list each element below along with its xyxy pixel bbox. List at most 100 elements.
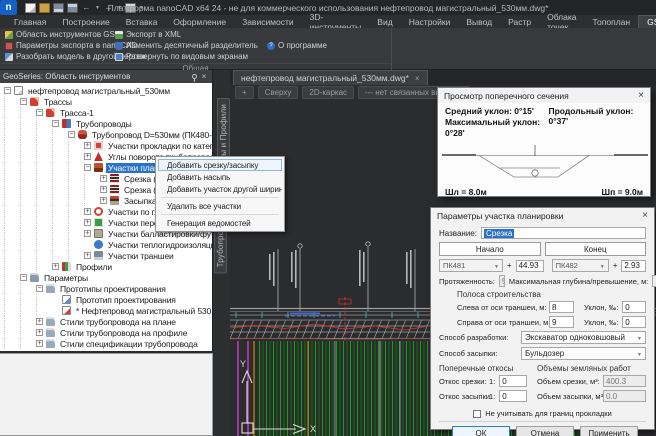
tree-item-label[interactable]: Трасса-1 (58, 108, 96, 118)
ribbon-tab-Растр[interactable]: Растр (500, 15, 539, 28)
undo-caret-icon[interactable]: ▼ (95, 5, 100, 11)
expand-icon[interactable]: + (84, 153, 91, 160)
tree-item-label[interactable]: Прототипы проектирования (58, 284, 168, 294)
start-button[interactable]: Начало (439, 242, 541, 256)
ribbon-command[interactable]: Параметры экспорта в nanoCAD (2, 40, 112, 51)
ribbon-tab-Вид[interactable]: Вид (369, 15, 400, 28)
tree-item-label[interactable]: Трубопроводы (74, 119, 134, 129)
expand-icon[interactable]: + (36, 340, 43, 347)
ok-button[interactable]: ОК (452, 426, 510, 436)
tree-item-label[interactable]: Прототип проектирования (74, 295, 178, 305)
expand-icon[interactable]: + (52, 263, 59, 270)
undo-icon[interactable]: ← (81, 3, 92, 13)
expand-icon[interactable]: + (100, 197, 107, 204)
menu-item[interactable]: Добавить участок другой ширины (158, 183, 282, 195)
fill-method-select[interactable]: Бульдозер (521, 347, 646, 360)
expand-icon[interactable]: + (100, 175, 107, 182)
tree-item[interactable]: − Трубопроводы (0, 118, 212, 129)
ribbon-tab-Главная[interactable]: Главная (6, 15, 54, 28)
end-station-select[interactable]: ПК482 (552, 259, 609, 272)
expand-icon[interactable]: + (84, 142, 91, 149)
collapse-icon[interactable]: − (20, 98, 27, 105)
tree-item[interactable]: +Участки траншеи (0, 250, 212, 261)
expand-icon[interactable]: + (84, 208, 91, 215)
collapse-icon[interactable]: − (68, 131, 75, 138)
left-slope-input[interactable]: 0 (622, 301, 646, 313)
tree-item-label[interactable]: Участки теплогидроизоляции (106, 240, 212, 250)
collapse-icon[interactable]: − (20, 274, 27, 281)
dev-method-select[interactable]: Экскаватор одноковшовый (521, 331, 646, 344)
tree-item[interactable]: Участки теплогидроизоляции (0, 239, 212, 250)
dialog-title-bar[interactable]: Просмотр поперечного сечения (438, 88, 650, 103)
expand-icon[interactable]: + (36, 329, 43, 336)
tree-item[interactable]: − Трасса-1 (0, 107, 212, 118)
collapse-icon[interactable]: − (36, 285, 43, 292)
collapse-icon[interactable]: − (4, 87, 11, 94)
ignore-bounds-checkbox[interactable] (473, 410, 481, 418)
tree-item-label[interactable]: Стили трубопровода на профиле (58, 328, 189, 338)
tree-item[interactable]: +Стили трубопровода на плане (0, 316, 212, 327)
ribbon-tab-Облака точек[interactable]: Облака точек (539, 15, 584, 28)
ribbon-command[interactable]: Экспорт в XML (112, 29, 264, 40)
menu-item[interactable]: Генерация ведомостей (158, 217, 282, 229)
tree-item[interactable]: + Стили трубопровода на профиле (0, 327, 212, 338)
dialog-title-bar[interactable]: Параметры участка планировки (431, 208, 654, 223)
right-of-axis-input[interactable]: 9 (549, 316, 574, 328)
redo-caret-icon[interactable]: ▼ (117, 5, 122, 11)
cut-slope-input[interactable]: 0 (499, 375, 527, 387)
ribbon-tab-Вывод[interactable]: Вывод (458, 15, 500, 28)
end-button[interactable]: Конец (545, 242, 647, 256)
right-slope-input[interactable]: 0 (622, 316, 646, 328)
document-tab[interactable]: нефтепровод магистральный_530мм.dwg* × (233, 70, 428, 85)
menu-item[interactable]: Удалить все участки (158, 200, 282, 212)
ribbon-command[interactable]: Разобрать модель в другой чертеж (2, 51, 112, 62)
overflow-icon[interactable]: ▼ (139, 5, 144, 11)
ribbon-tab-Зависимости[interactable]: Зависимости (234, 15, 302, 28)
expand-icon[interactable]: + (84, 252, 91, 259)
cancel-button[interactable]: Отмена (516, 426, 574, 436)
tree-item[interactable]: +Стили спецификации трубопровода (0, 338, 212, 349)
collapse-icon[interactable]: − (36, 109, 43, 116)
ribbon-tab-Оформление[interactable]: Оформление (165, 15, 234, 28)
tree-item[interactable]: + Профили (0, 261, 212, 272)
tree-item-label[interactable]: Профили (74, 262, 114, 272)
tree-item[interactable]: − Прототипы проектирования (0, 283, 212, 294)
collapse-icon[interactable]: − (84, 164, 91, 171)
ribbon-tab-Построение[interactable]: Построение (54, 15, 117, 28)
viewport-button[interactable]: 2D-каркас (302, 86, 354, 99)
pin-icon[interactable] (189, 72, 199, 82)
expand-icon[interactable]: + (100, 186, 107, 193)
start-station-select[interactable]: ПК481 (439, 259, 503, 272)
apply-button[interactable]: Применить (580, 426, 638, 436)
tree-item-label[interactable]: Трассы (42, 97, 74, 107)
collapse-icon[interactable]: − (52, 120, 59, 127)
tree-item[interactable]: − Трубопровод D=530мм (ПК480-ПК503+99.86) (0, 129, 212, 140)
tree-item[interactable]: + Участки прокладки по категориям (0, 140, 212, 151)
expand-icon[interactable]: + (84, 230, 91, 237)
tree-item-label[interactable]: Трубопровод D=530мм (ПК480-ПК503+99.86) (90, 130, 212, 140)
close-icon[interactable]: × (199, 72, 209, 82)
tree-item-label[interactable]: Параметры (42, 273, 90, 283)
end-offset-input[interactable]: 2.93 (621, 260, 646, 272)
tree-item[interactable]: − Параметры (0, 272, 212, 283)
close-icon[interactable] (642, 211, 648, 221)
start-offset-input[interactable]: 44.93 (516, 260, 544, 272)
close-icon[interactable] (638, 91, 644, 101)
tree-item[interactable]: Прототип проектирования (0, 294, 212, 305)
menu-item[interactable]: Добавить насыпь (158, 171, 282, 183)
tree-item-label[interactable]: Стили трубопровода на плане (58, 317, 178, 327)
tree-item-label[interactable]: * Нефтепровод магистральный 530 мм (74, 306, 212, 316)
name-input[interactable]: Срезка (481, 227, 646, 239)
tree-item-label[interactable]: Участки прокладки по категориям (106, 141, 212, 151)
ribbon-command[interactable]: Область инструментов GS (2, 29, 112, 40)
viewport-button[interactable]: Сверху (258, 86, 299, 99)
expand-icon[interactable]: + (84, 219, 91, 226)
fill-slope-input[interactable]: 0 (499, 390, 527, 402)
ribbon-tab-3D-инструменты[interactable]: 3D-инструменты (302, 15, 370, 28)
save-as-icon[interactable] (67, 3, 78, 13)
left-of-axis-input[interactable]: 8 (549, 301, 574, 313)
new-file-icon[interactable] (25, 3, 36, 13)
tree-item[interactable]: − Трассы (0, 96, 212, 107)
ribbon-command[interactable]: Изменить десятичный разделитель (112, 40, 264, 51)
document-close-icon[interactable]: × (415, 74, 420, 83)
